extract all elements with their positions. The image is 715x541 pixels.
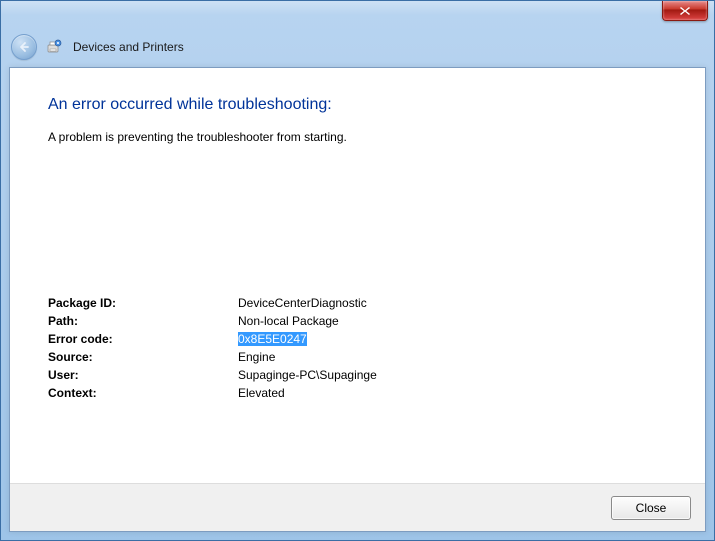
detail-row-source: Source: Engine	[48, 348, 667, 366]
main-panel: An error occurred while troubleshooting:…	[9, 67, 706, 532]
detail-row-path: Path: Non-local Package	[48, 312, 667, 330]
close-button[interactable]: Close	[611, 496, 691, 520]
detail-label: Context:	[48, 384, 238, 402]
detail-label: User:	[48, 366, 238, 384]
detail-row-error-code: Error code: 0x8E5E0247	[48, 330, 667, 348]
detail-label: Error code:	[48, 330, 238, 348]
detail-value: Engine	[238, 348, 667, 366]
detail-row-context: Context: Elevated	[48, 384, 667, 402]
detail-row-user: User: Supaginge-PC\Supaginge	[48, 366, 667, 384]
breadcrumb-text: Devices and Printers	[73, 40, 184, 54]
footer: Close	[10, 483, 705, 531]
error-details: Package ID: DeviceCenterDiagnostic Path:…	[48, 294, 667, 402]
detail-label: Source:	[48, 348, 238, 366]
title-bar	[1, 1, 714, 29]
detail-value: DeviceCenterDiagnostic	[238, 294, 667, 312]
arrow-left-icon	[17, 40, 31, 54]
window-close-button[interactable]	[662, 1, 708, 21]
error-code-value-selected[interactable]: 0x8E5E0247	[238, 332, 307, 346]
detail-value: Supaginge-PC\Supaginge	[238, 366, 667, 384]
devices-printers-icon	[47, 39, 63, 55]
detail-value: Elevated	[238, 384, 667, 402]
detail-label: Path:	[48, 312, 238, 330]
back-button[interactable]	[11, 34, 37, 60]
detail-value: 0x8E5E0247	[238, 330, 667, 348]
error-title: An error occurred while troubleshooting:	[48, 96, 667, 114]
error-message: A problem is preventing the troubleshoot…	[48, 130, 667, 144]
detail-row-package-id: Package ID: DeviceCenterDiagnostic	[48, 294, 667, 312]
content-area: An error occurred while troubleshooting:…	[10, 68, 705, 402]
close-icon	[679, 6, 691, 16]
detail-label: Package ID:	[48, 294, 238, 312]
header-bar: Devices and Printers	[1, 29, 714, 65]
detail-value: Non-local Package	[238, 312, 667, 330]
